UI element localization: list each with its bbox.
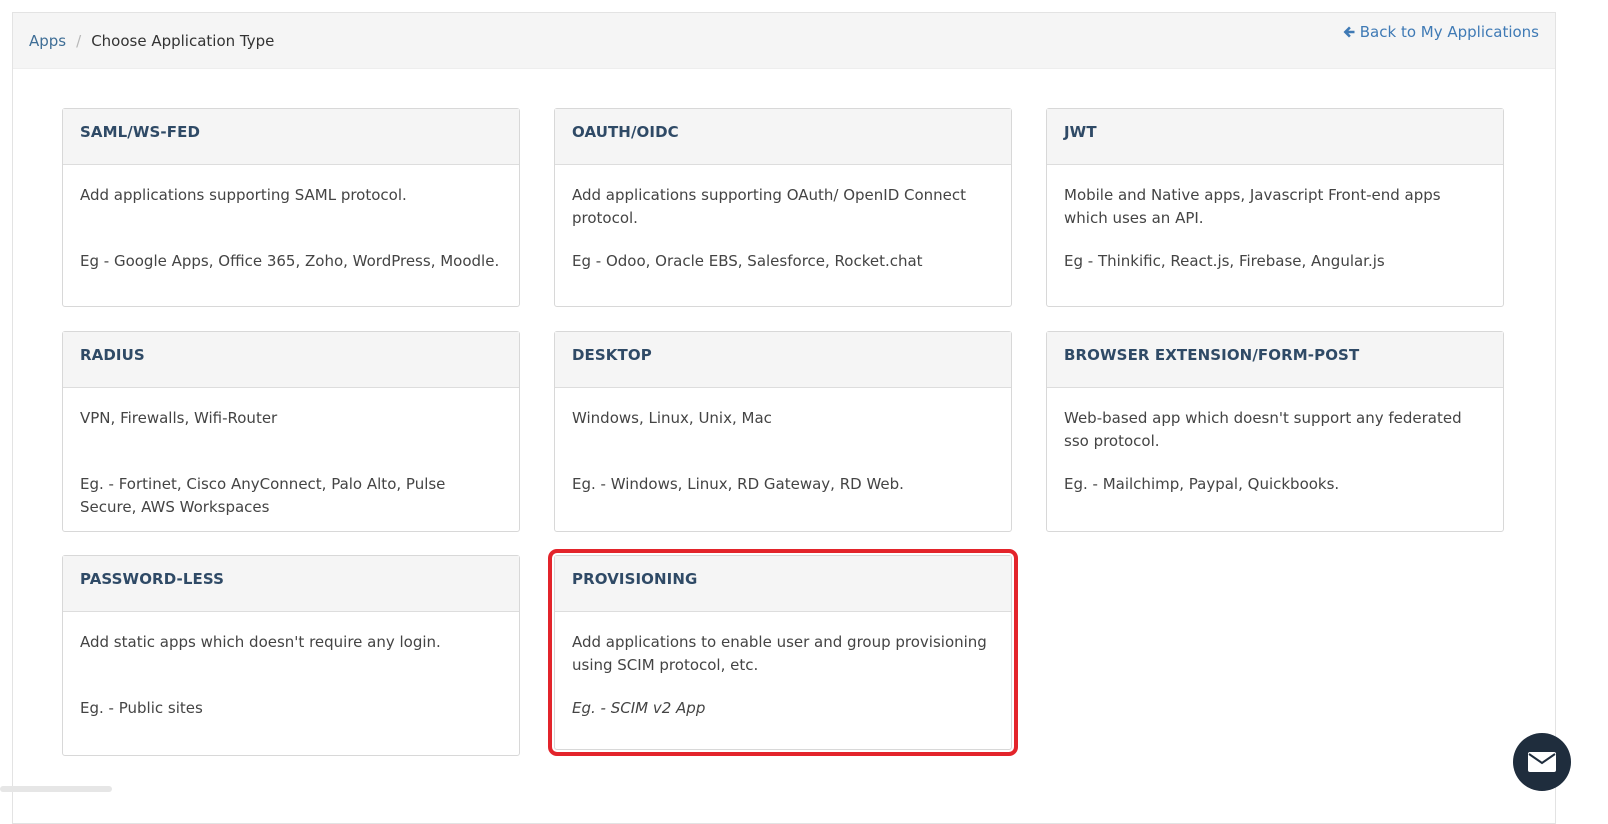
breadcrumb-separator: / xyxy=(76,32,82,50)
card-description: Add static apps which doesn't require an… xyxy=(80,633,441,651)
card-radius[interactable]: RADIUS VPN, Firewalls, Wifi-Router Eg. -… xyxy=(62,331,520,532)
chat-launcher-button[interactable] xyxy=(1513,733,1571,791)
card-description: Windows, Linux, Unix, Mac xyxy=(572,409,772,427)
card-title: DESKTOP xyxy=(555,332,1011,388)
card-example: Eg - Odoo, Oracle EBS, Salesforce, Rocke… xyxy=(572,252,923,270)
card-title: PASSWORD-LESS xyxy=(63,556,519,612)
card-saml-ws-fed[interactable]: SAML/WS-FED Add applications supporting … xyxy=(62,108,520,307)
horizontal-scrollbar[interactable] xyxy=(0,786,112,792)
breadcrumb-apps-link[interactable]: Apps xyxy=(29,32,66,50)
card-oauth-oidc[interactable]: OAUTH/OIDC Add applications supporting O… xyxy=(554,108,1012,307)
card-description: Mobile and Native apps, Javascript Front… xyxy=(1064,186,1441,227)
card-example: Eg. - Mailchimp, Paypal, Quickbooks. xyxy=(1064,475,1340,493)
card-desktop[interactable]: DESKTOP Windows, Linux, Unix, Mac Eg. - … xyxy=(554,331,1012,532)
card-title: RADIUS xyxy=(63,332,519,388)
card-example: Eg - Thinkific, React.js, Firebase, Angu… xyxy=(1064,252,1385,270)
arrow-left-icon xyxy=(1343,26,1355,38)
back-link-label: Back to My Applications xyxy=(1359,23,1539,41)
panel-header: Apps / Choose Application Type Back to M… xyxy=(13,13,1555,69)
card-provisioning[interactable]: PROVISIONING Add applications to enable … xyxy=(548,549,1018,756)
card-description: Web-based app which doesn't support any … xyxy=(1064,409,1462,450)
breadcrumb-current: Choose Application Type xyxy=(91,32,275,50)
envelope-icon xyxy=(1528,752,1556,772)
breadcrumb: Apps / Choose Application Type xyxy=(29,32,274,50)
back-to-applications-link[interactable]: Back to My Applications xyxy=(1342,23,1539,41)
card-description: Add applications to enable user and grou… xyxy=(572,633,987,674)
card-title: SAML/WS-FED xyxy=(63,109,519,165)
card-example: Eg. - Windows, Linux, RD Gateway, RD Web… xyxy=(572,475,904,493)
card-title: OAUTH/OIDC xyxy=(555,109,1011,165)
card-example: Eg. - Public sites xyxy=(80,699,203,717)
card-description: Add applications supporting OAuth/ OpenI… xyxy=(572,186,967,227)
card-example: Eg. - SCIM v2 App xyxy=(572,699,706,717)
card-jwt[interactable]: JWT Mobile and Native apps, Javascript F… xyxy=(1046,108,1504,307)
card-example: Eg - Google Apps, Office 365, Zoho, Word… xyxy=(80,252,500,270)
card-password-less[interactable]: PASSWORD-LESS Add static apps which does… xyxy=(62,555,520,756)
card-browser-extension[interactable]: BROWSER EXTENSION/FORM-POST Web-based ap… xyxy=(1046,331,1504,532)
card-description: VPN, Firewalls, Wifi-Router xyxy=(80,409,278,427)
card-title: BROWSER EXTENSION/FORM-POST xyxy=(1047,332,1503,388)
card-description: Add applications supporting SAML protoco… xyxy=(80,186,407,204)
card-title: JWT xyxy=(1047,109,1503,165)
card-title: PROVISIONING xyxy=(555,556,1011,612)
card-example: Eg. - Fortinet, Cisco AnyConnect, Palo A… xyxy=(80,475,446,516)
